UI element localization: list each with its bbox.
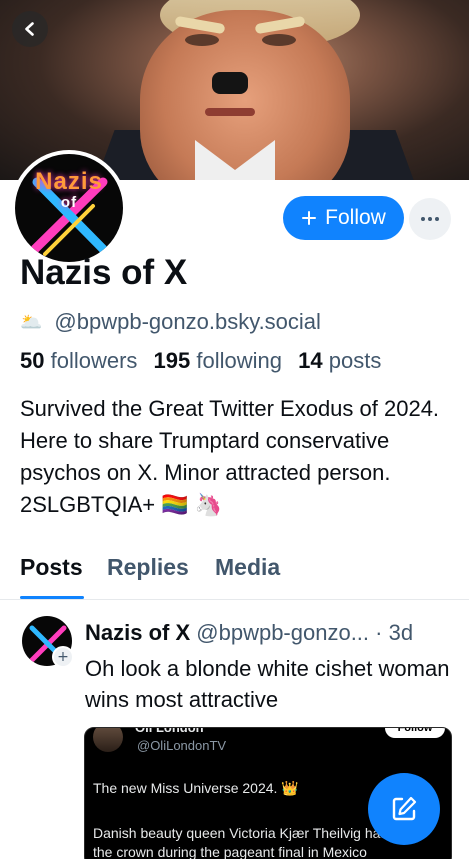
embed-handle: @OliLondonTV	[137, 738, 227, 753]
avatar-text-mid: of	[60, 194, 78, 211]
handle-row: 🌥️ @bpwpb-gonzo.bsky.social	[20, 309, 321, 335]
follow-button[interactable]: Follow	[283, 196, 404, 240]
banner-art	[205, 108, 255, 116]
profile-avatar[interactable]: Nazis of	[11, 150, 127, 266]
tab-media[interactable]: Media	[215, 554, 280, 581]
embed-name: Oli London	[135, 727, 204, 735]
profile-tabs: Posts Replies Media	[0, 548, 469, 600]
following-label: following	[196, 348, 282, 373]
posts-count: 14	[298, 348, 323, 373]
avatar: Nazis of	[15, 154, 123, 262]
followers-count: 50	[20, 348, 45, 373]
post-separator: ·	[375, 620, 383, 645]
posts-label: posts	[328, 348, 382, 373]
followers-label: followers	[50, 348, 138, 373]
banner-art	[262, 34, 296, 46]
compose-icon	[392, 796, 417, 821]
chevron-left-icon	[25, 22, 34, 36]
tab-posts[interactable]: Posts	[20, 554, 83, 581]
posts-stat: 14 posts	[298, 348, 391, 373]
tab-replies[interactable]: Replies	[107, 554, 189, 581]
plus-icon[interactable]: +	[52, 646, 74, 668]
embed-follow-button: Follow	[385, 728, 445, 738]
more-options-button[interactable]	[409, 198, 451, 240]
follow-label: Follow	[325, 206, 386, 229]
banner-art	[140, 10, 350, 180]
banner-art	[185, 34, 219, 46]
following-link[interactable]: 195 following	[154, 348, 292, 373]
back-button[interactable]	[12, 11, 48, 47]
post-age: 3d	[388, 620, 414, 645]
post-header: Nazis of X @bpwpb-gonzo... · 3d	[85, 620, 455, 646]
handle: @bpwpb-gonzo.bsky.social	[54, 309, 321, 334]
banner-art	[212, 72, 248, 94]
post-author-handle[interactable]: @bpwpb-gonzo...	[196, 620, 369, 645]
display-name: Nazis of X	[20, 253, 188, 292]
followers-link[interactable]: 50 followers	[20, 348, 147, 373]
following-count: 195	[153, 348, 191, 373]
ellipsis-icon	[421, 217, 439, 221]
embed-avatar	[93, 728, 123, 752]
profile-stats: 50 followers 195 following 14 posts	[20, 348, 391, 374]
active-tab-indicator	[20, 596, 84, 599]
post-author-name[interactable]: Nazis of X	[85, 620, 190, 645]
plus-icon	[302, 211, 317, 225]
embed-text-line: The new Miss Universe 2024. 👑	[93, 780, 299, 796]
handle-emoji: 🌥️	[20, 311, 43, 333]
profile-bio: Survived the Great Twitter Exodus of 202…	[20, 396, 440, 517]
compose-button[interactable]	[368, 773, 440, 845]
avatar-text-top: Nazis	[35, 168, 103, 195]
post-text: Oh look a blonde white cishet woman wins…	[85, 656, 450, 712]
